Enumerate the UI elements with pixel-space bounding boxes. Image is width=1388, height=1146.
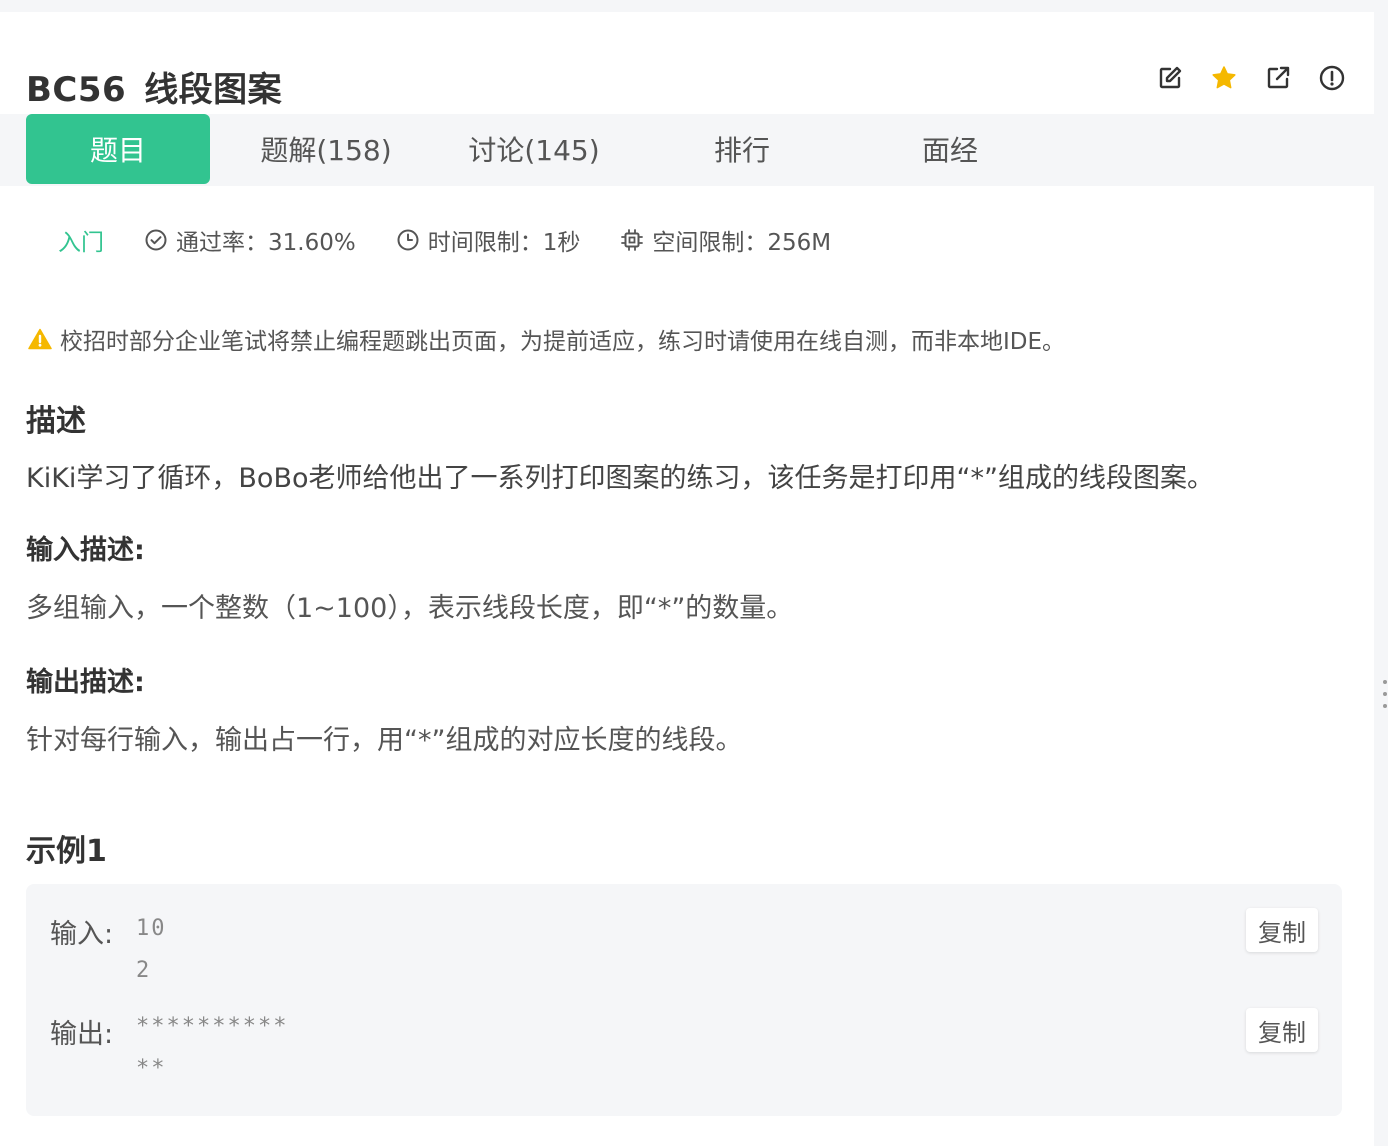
tab-discussion[interactable]: 讨论(145) <box>442 114 626 184</box>
tab-interviews[interactable]: 面经 <box>858 114 1042 184</box>
example-input-value: 10 2 <box>136 916 167 983</box>
copy-output-button[interactable]: 复制 <box>1246 1008 1318 1052</box>
example-heading: 示例1 <box>26 834 107 869</box>
description-text: KiKi学习了循环，BoBo老师给他出了一系列打印图案的练习，该任务是打印用“*… <box>26 463 1214 494</box>
problem-card: BC56 线段图案 题目 题解(158) 讨论(145) 排行 面经 入门 通过… <box>0 12 1374 1146</box>
example-output-label: 输出: <box>50 1019 114 1050</box>
report-icon[interactable] <box>1318 64 1346 92</box>
warning-icon <box>28 328 52 350</box>
tab-solutions[interactable]: 题解(158) <box>234 114 418 184</box>
copy-input-button[interactable]: 复制 <box>1246 908 1318 952</box>
check-circle-icon <box>145 229 167 251</box>
exam-notice: 校招时部分企业笔试将禁止编程题跳出页面，为提前适应，练习时请使用在线自测，而非本… <box>28 324 1066 355</box>
example-output-value: ********** ** <box>136 1014 289 1081</box>
problem-title: 线段图案 <box>144 70 283 110</box>
title-actions <box>1156 64 1346 92</box>
space-limit: 空间限制：256M <box>620 223 831 257</box>
chip-icon <box>621 229 644 251</box>
resize-handle[interactable] <box>1382 680 1388 716</box>
page-title: BC56 线段图案 <box>26 62 282 111</box>
problem-meta: 入门 通过率：31.60% 时间限制：1秒 空间限制：256M <box>58 224 871 256</box>
pass-rate-text: 通过率：31.60% <box>176 230 356 256</box>
output-description-heading: 输出描述: <box>26 667 145 698</box>
share-icon[interactable] <box>1264 64 1292 92</box>
example-box: 输入: 10 2 复制 输出: ********** ** 复制 <box>26 884 1342 1116</box>
problem-code: BC56 <box>26 70 127 110</box>
clock-icon <box>397 229 419 251</box>
output-description-text: 针对每行输入，输出占一行，用“*”组成的对应长度的线段。 <box>26 725 743 756</box>
tab-bar: 题目 题解(158) 讨论(145) 排行 面经 <box>0 114 1374 186</box>
tab-problem[interactable]: 题目 <box>26 114 210 184</box>
edit-icon[interactable] <box>1156 64 1184 92</box>
tab-ranking[interactable]: 排行 <box>650 114 834 184</box>
pass-rate: 通过率：31.60% <box>144 223 356 257</box>
input-description-text: 多组输入，一个整数（1~100），表示线段长度，即“*”的数量。 <box>26 593 794 624</box>
notice-text: 校招时部分企业笔试将禁止编程题跳出页面，为提前适应，练习时请使用在线自测，而非本… <box>60 329 1066 355</box>
difficulty-badge: 入门 <box>58 230 104 256</box>
input-description-heading: 输入描述: <box>26 535 145 566</box>
time-limit-text: 时间限制：1秒 <box>427 230 581 256</box>
title-row: BC56 线段图案 <box>26 48 1346 118</box>
time-limit: 时间限制：1秒 <box>396 223 581 257</box>
space-limit-text: 空间限制：256M <box>652 230 832 256</box>
example-input-label: 输入: <box>50 919 114 950</box>
star-icon[interactable] <box>1210 64 1238 92</box>
description-heading: 描述 <box>26 404 86 439</box>
